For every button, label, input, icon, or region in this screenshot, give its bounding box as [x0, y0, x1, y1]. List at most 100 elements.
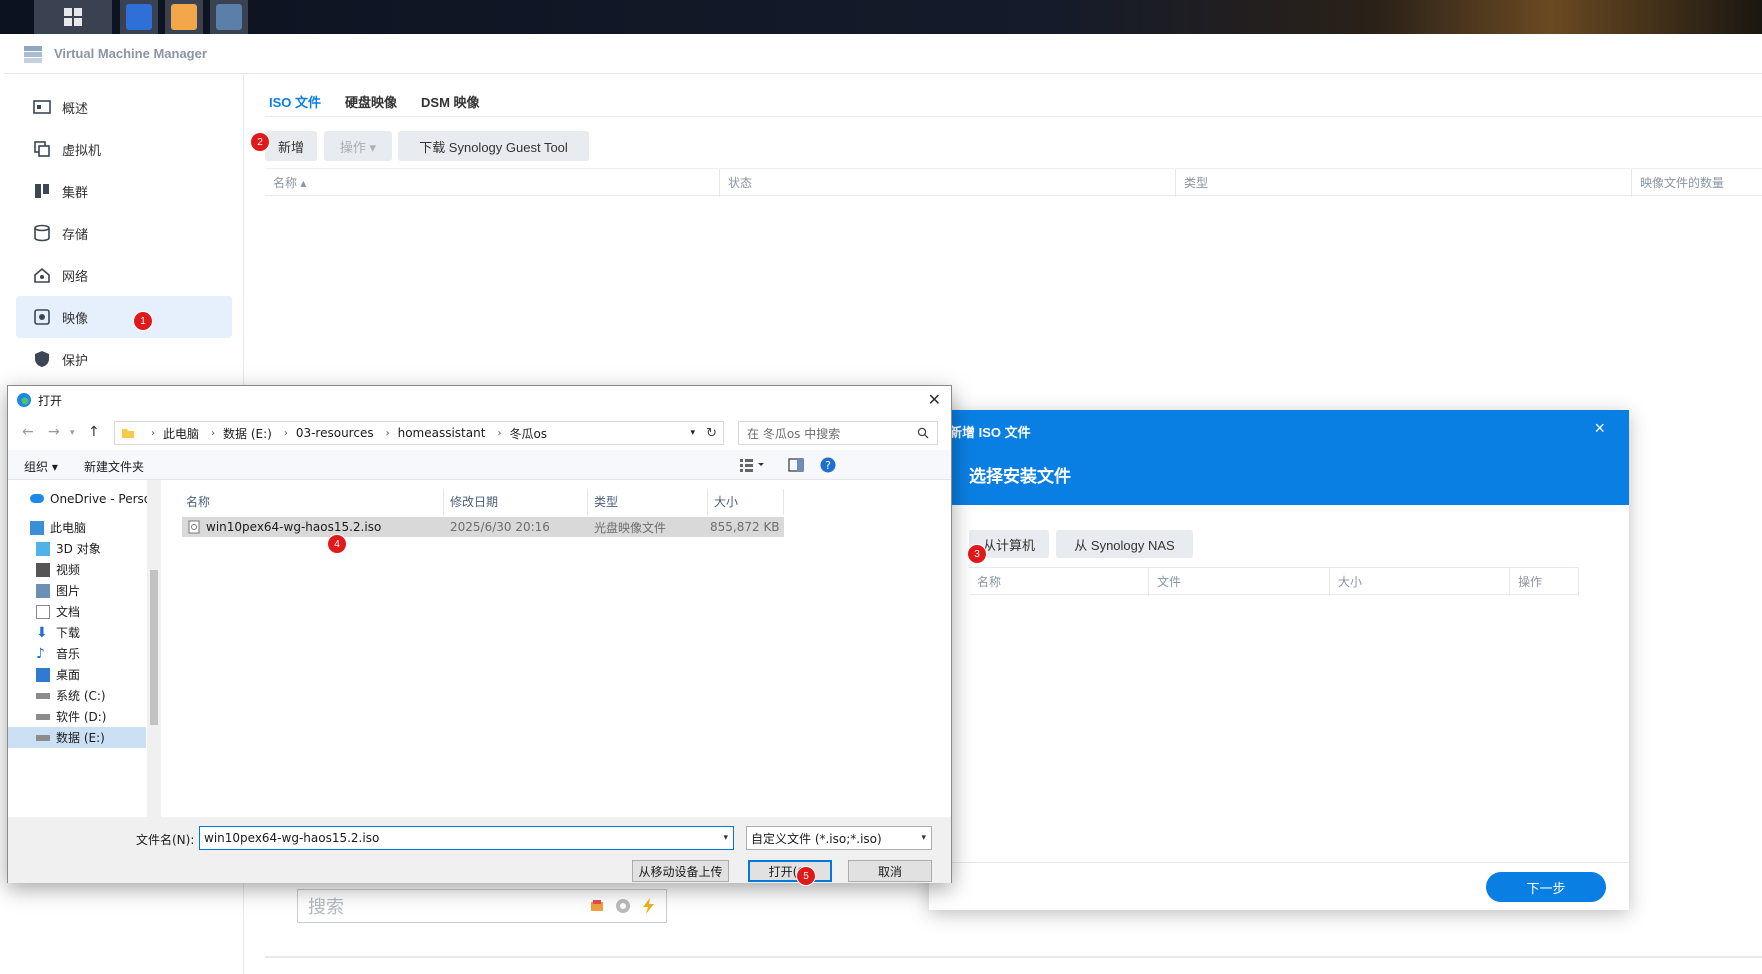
tree-item-label: 文档	[56, 605, 81, 619]
sidebar-item-storage[interactable]: 存储	[16, 212, 232, 254]
tree-item-music[interactable]: ♪ 音乐	[36, 643, 80, 664]
cancel-button[interactable]: 取消	[848, 860, 932, 882]
column-modified[interactable]: 修改日期	[444, 489, 588, 515]
cluster-icon	[32, 181, 52, 201]
close-icon[interactable]: ✕	[928, 390, 941, 409]
column-status[interactable]: 状态	[720, 169, 1176, 197]
sidebar-item-overview[interactable]: 概述	[16, 86, 232, 128]
recent-chevron-icon[interactable]: ▾	[70, 428, 75, 438]
file-name: win10pex64-wg-haos15.2.iso	[206, 520, 382, 534]
storage-icon	[32, 223, 52, 243]
crumb-dongguaos[interactable]: 冬瓜os	[509, 425, 547, 442]
tab-iso[interactable]: ISO 文件	[269, 92, 321, 117]
folder-search-input[interactable]: 在 冬瓜os 中搜索	[738, 421, 938, 445]
column-image-count[interactable]: 映像文件的数量	[1632, 169, 1762, 197]
sidebar-item-label: 保护	[62, 352, 89, 368]
refresh-icon[interactable]: ↻	[706, 426, 717, 441]
up-arrow-icon[interactable]: ↑	[88, 424, 100, 440]
chevron-down-icon[interactable]: ▾	[921, 833, 926, 843]
tab-disk-image[interactable]: 硬盘映像	[345, 92, 397, 117]
action-button[interactable]: 操作 ▾	[324, 131, 392, 161]
sidebar-item-image[interactable]: 映像	[16, 296, 232, 338]
column-name[interactable]: 名称 ▴	[265, 169, 720, 197]
tree-item-onedrive[interactable]: OneDrive - Perso	[30, 488, 151, 509]
tree-item-label: OneDrive - Perso	[50, 491, 152, 506]
tree-item-drive-d[interactable]: 软件 (D:)	[36, 706, 106, 727]
step-badge-4: 4	[327, 534, 347, 554]
tree-item-3d-objects[interactable]: 3D 对象	[36, 538, 101, 559]
column-action[interactable]: 操作	[1510, 568, 1579, 596]
step-badge-2: 2	[250, 132, 270, 152]
crumb-chevron-icon: ›	[151, 427, 155, 439]
column-size[interactable]: 大小	[708, 489, 784, 515]
open-button[interactable]: 打开(O)	[748, 860, 832, 882]
overview-icon	[32, 97, 52, 117]
next-button[interactable]: 下一步	[1486, 872, 1606, 902]
upload-from-device-button[interactable]: 从移动设备上传	[632, 860, 729, 882]
cloud-icon	[30, 494, 44, 503]
navigation-scrollbar[interactable]	[147, 480, 161, 817]
tree-item-videos[interactable]: 视频	[36, 559, 80, 580]
chevron-down-icon[interactable]: ▾	[723, 833, 728, 843]
column-name[interactable]: 名称	[969, 568, 1149, 596]
tree-item-drive-e[interactable]: 数据 (E:)	[8, 727, 146, 748]
start-icon	[64, 8, 82, 26]
address-bar[interactable]: › 此电脑 › 数据 (E:) › 03-resources › homeass…	[114, 421, 724, 445]
filename-input[interactable]: win10pex64-wg-haos15.2.iso ▾	[199, 826, 734, 850]
network-icon	[32, 265, 52, 285]
column-type[interactable]: 类型	[588, 489, 708, 515]
sidebar-item-label: 映像	[62, 310, 89, 326]
scrollbar-thumb[interactable]	[150, 570, 158, 725]
crumb-homeassistant[interactable]: homeassistant	[398, 426, 486, 440]
tree-item-label: 图片	[56, 584, 81, 598]
tab-dsm-image[interactable]: DSM 映像	[421, 92, 480, 117]
modal-header: 新增 ISO 文件 × 选择安装文件	[929, 410, 1629, 505]
view-options-icon[interactable]	[740, 458, 766, 472]
new-folder-button[interactable]: 新建文件夹	[84, 458, 144, 475]
crumb-resources[interactable]: 03-resources	[296, 426, 374, 440]
edge-icon	[17, 393, 31, 407]
tree-item-label: 视频	[56, 563, 81, 577]
column-file[interactable]: 文件	[1149, 568, 1330, 596]
taskbar-server-app[interactable]	[210, 0, 248, 34]
tree-item-drive-c[interactable]: 系统 (C:)	[36, 685, 106, 706]
back-arrow-icon[interactable]: ←	[22, 424, 34, 440]
search-input[interactable]: 搜索	[297, 889, 667, 923]
crumb-chevron-icon: ›	[211, 427, 216, 439]
taskbar-synology-app[interactable]	[165, 0, 203, 34]
column-type[interactable]: 类型	[1176, 169, 1632, 197]
tree-item-desktop[interactable]: 桌面	[36, 664, 80, 685]
forward-arrow-icon[interactable]: →	[48, 424, 60, 440]
from-nas-button[interactable]: 从 Synology NAS	[1056, 530, 1193, 558]
help-icon[interactable]: ?	[820, 457, 836, 473]
crumb-drive-e[interactable]: 数据 (E:)	[223, 425, 272, 442]
tree-item-this-pc[interactable]: 此电脑	[30, 517, 86, 538]
tree-item-pictures[interactable]: 图片	[36, 580, 80, 601]
tree-item-downloads[interactable]: ⬇ 下载	[36, 622, 80, 643]
iso-grid-header: 名称 ▴ 状态 类型 映像文件的数量	[265, 168, 1762, 197]
bottom-divider	[265, 956, 1762, 958]
file-row[interactable]: win10pex64-wg-haos15.2.iso 2025/6/30 20:…	[182, 517, 784, 537]
sidebar-item-cluster[interactable]: 集群	[16, 170, 232, 212]
preview-pane-icon[interactable]	[788, 458, 804, 472]
sidebar-item-vm[interactable]: 虚拟机	[16, 128, 232, 170]
desktop-icon	[36, 667, 50, 682]
sidebar-item-protect[interactable]: 保护	[16, 338, 232, 380]
crumb-this-pc[interactable]: 此电脑	[163, 425, 199, 442]
svg-text:?: ?	[825, 459, 831, 472]
column-size[interactable]: 大小	[1330, 568, 1510, 596]
sidebar-item-network[interactable]: 网络	[16, 254, 232, 296]
download-guest-tool-button[interactable]: 下载 Synology Guest Tool	[398, 131, 589, 161]
address-dropdown-icon[interactable]: ▾	[690, 428, 695, 438]
tree-item-label: 桌面	[56, 668, 81, 682]
add-button[interactable]: 新增	[265, 131, 317, 161]
column-name[interactable]: 名称	[180, 489, 444, 515]
modal-title: 选择安装文件	[969, 467, 1071, 486]
filetype-select[interactable]: 自定义文件 (*.iso;*.iso) ▾	[746, 826, 932, 850]
start-button[interactable]	[34, 0, 112, 34]
tree-item-documents[interactable]: 文档	[36, 601, 80, 622]
taskbar-vmm-app[interactable]	[120, 0, 158, 34]
organize-menu[interactable]: 组织 ▾	[24, 458, 58, 475]
close-icon[interactable]: ×	[1594, 418, 1605, 439]
app-title: Virtual Machine Manager	[54, 46, 207, 61]
